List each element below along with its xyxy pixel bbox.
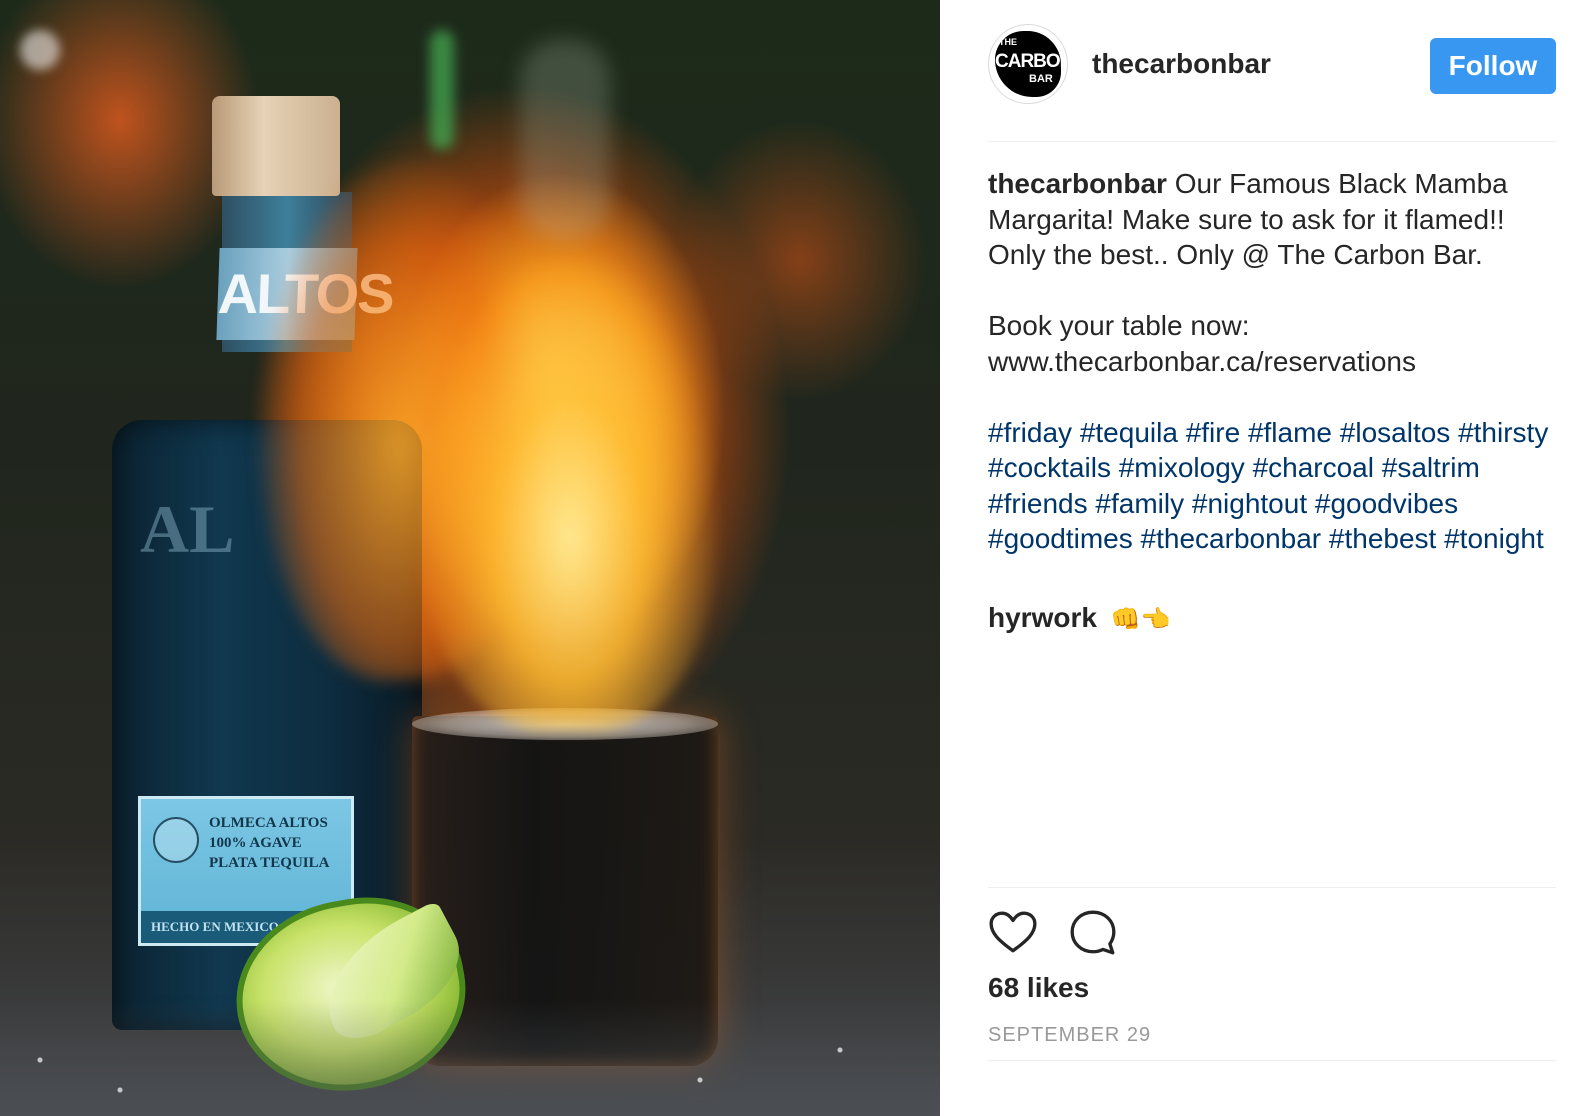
salt-on-table — [0, 1000, 940, 1116]
hashtag-link[interactable]: #saltrim — [1382, 452, 1480, 483]
divider — [988, 887, 1556, 888]
bottle-emboss: AL — [140, 491, 235, 567]
hashtag-link[interactable]: #friday — [988, 417, 1072, 448]
hashtag-link[interactable]: #friends — [988, 488, 1088, 519]
bottle-label-line: PLATA TEQUILA — [209, 855, 330, 871]
hashtag-link[interactable]: #mixology — [1119, 452, 1245, 483]
post-header: THE CARBON BAR thecarbonbar Follow — [988, 24, 1556, 106]
logo-text: THE — [999, 37, 1017, 47]
hashtag-link[interactable]: #losaltos — [1340, 417, 1451, 448]
divider — [988, 141, 1556, 142]
post-details-panel: THE CARBON BAR thecarbonbar Follow theca… — [940, 0, 1592, 1116]
comment: hyrwork 👊👈 — [988, 602, 1170, 634]
hashtag-link[interactable]: #flame — [1248, 417, 1332, 448]
hashtag-link[interactable]: #tequila — [1080, 417, 1178, 448]
hashtag-list: #friday #tequila #fire #flame #losaltos … — [988, 415, 1556, 557]
background-bokeh — [20, 30, 60, 70]
hashtag-link[interactable]: #thirsty — [1458, 417, 1548, 448]
carbon-bar-logo: THE CARBON BAR — [995, 31, 1067, 97]
caption-booking: Book your table now: www.thecarbonbar.ca… — [988, 310, 1416, 377]
hashtag-link[interactable]: #goodvibes — [1315, 488, 1458, 519]
hashtag-link[interactable]: #nightout — [1192, 488, 1307, 519]
divider — [988, 1060, 1556, 1061]
comment-icon[interactable] — [1068, 908, 1118, 958]
hashtag-link[interactable]: #thecarbonbar — [1141, 523, 1322, 554]
post-photo[interactable]: AL ALTOS OLMECA ALTOS 100% AGAVE PLATA T… — [0, 0, 940, 1116]
comment-author-link[interactable]: hyrwork — [988, 602, 1097, 633]
hashtag-link[interactable]: #fire — [1186, 417, 1240, 448]
logo-text: CARBON — [995, 51, 1068, 72]
hashtag-link[interactable]: #family — [1095, 488, 1184, 519]
logo-text: BAR — [1029, 73, 1053, 85]
bottle-label-line: 100% AGAVE — [209, 835, 302, 851]
bottle-seal-icon — [153, 817, 199, 863]
hashtag-link[interactable]: #thebest — [1329, 523, 1436, 554]
bottle-label-line: OLMECA ALTOS — [209, 815, 328, 831]
avatar[interactable]: THE CARBON BAR — [988, 24, 1068, 104]
hashtag-link[interactable]: #cocktails — [988, 452, 1111, 483]
follow-button[interactable]: Follow — [1430, 38, 1556, 94]
hashtag-link[interactable]: #goodtimes — [988, 523, 1133, 554]
heart-icon[interactable] — [988, 908, 1038, 958]
background-bokeh — [430, 30, 454, 150]
bottle-cap — [212, 96, 340, 196]
post-date[interactable]: SEPTEMBER 29 — [988, 1024, 1151, 1047]
action-bar — [988, 908, 1556, 960]
hashtag-link[interactable]: #charcoal — [1253, 452, 1374, 483]
hashtag-link[interactable]: #tonight — [1444, 523, 1544, 554]
username-link[interactable]: thecarbonbar — [1092, 48, 1271, 80]
comment-text: 👊👈 — [1110, 606, 1171, 633]
background-bokeh — [520, 40, 610, 240]
caption-author-link[interactable]: thecarbonbar — [988, 168, 1167, 199]
likes-count[interactable]: 68 likes — [988, 972, 1089, 1004]
flame — [420, 250, 720, 730]
post-caption: thecarbonbar Our Famous Black Mamba Marg… — [988, 166, 1556, 557]
